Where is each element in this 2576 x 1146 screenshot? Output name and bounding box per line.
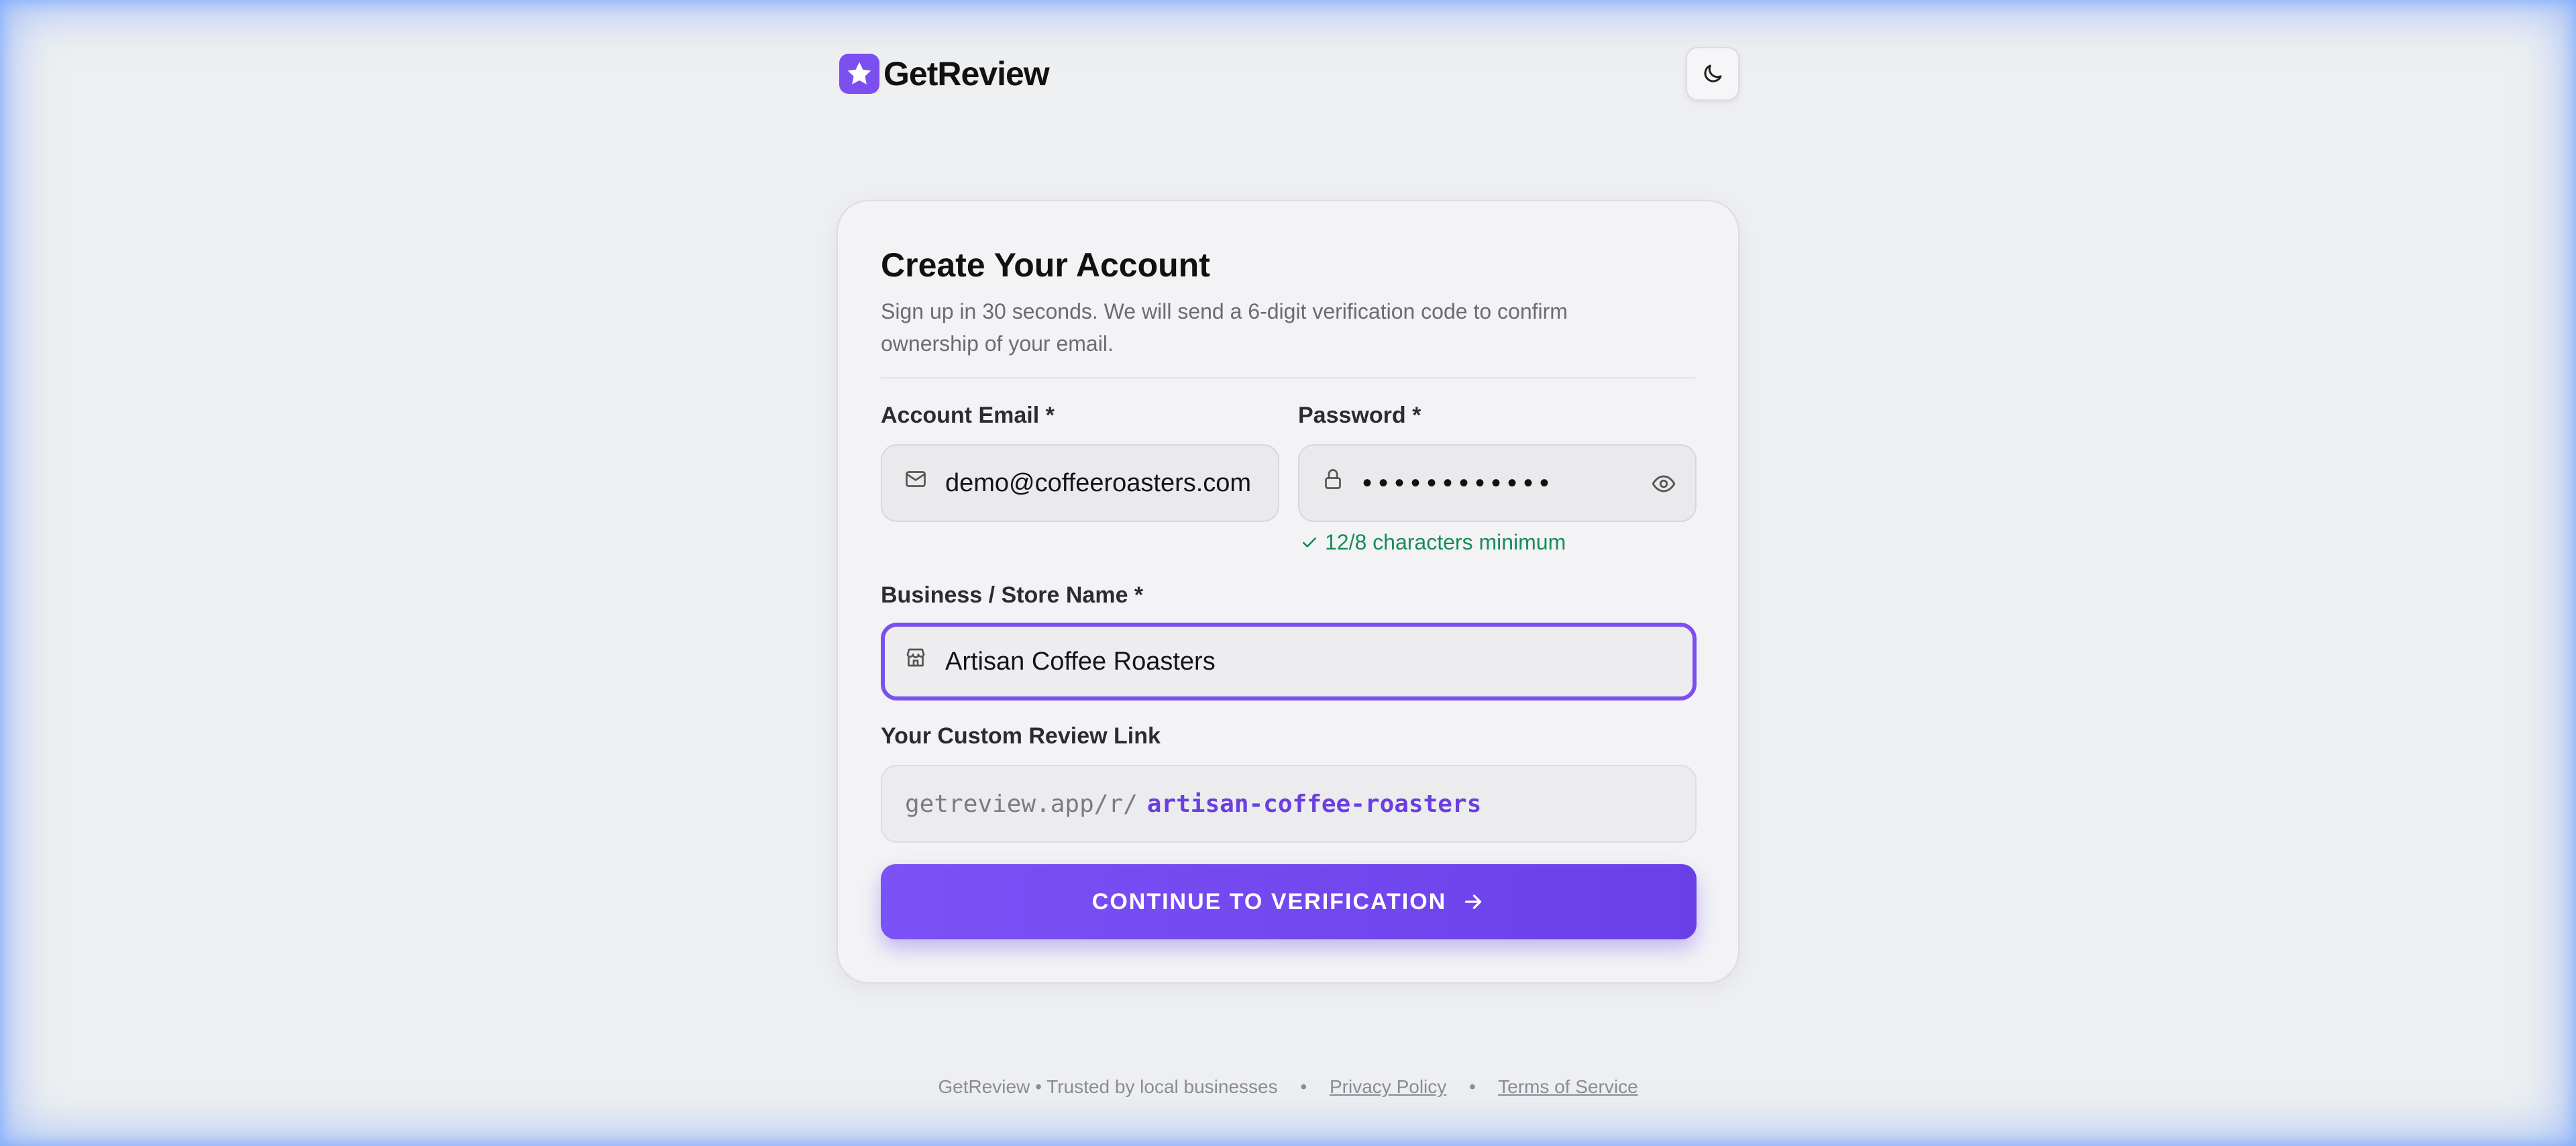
business-label: Business / Store Name * (881, 582, 1144, 608)
signup-card: Create Your Account Sign up in 30 second… (837, 200, 1739, 984)
review-link-prefix: getreview.app/r/ (905, 790, 1138, 818)
terms-of-service-link[interactable]: Terms of Service (1498, 1076, 1638, 1097)
email-field[interactable]: demo@coffeeroasters.com (881, 444, 1279, 522)
email-value: demo@coffeeroasters.com (945, 468, 1252, 497)
business-name-field[interactable]: Artisan Coffee Roasters (881, 623, 1697, 700)
star-icon (839, 54, 879, 94)
mail-icon (902, 466, 929, 492)
store-icon (902, 644, 929, 671)
page-shell: GetReview Create Your Account Sign up in… (837, 0, 1739, 1146)
brand[interactable]: GetReview (839, 54, 1050, 94)
cta-label: CONTINUE TO VERIFICATION (1091, 888, 1447, 915)
theme-toggle-button[interactable] (1686, 47, 1739, 101)
card-subtitle: Sign up in 30 seconds. We will send a 6-… (881, 299, 1568, 356)
footer-separator: • (1300, 1076, 1307, 1097)
footer-separator: • (1469, 1076, 1476, 1097)
divider (881, 377, 1695, 378)
email-label: Account Email * (881, 403, 1055, 428)
review-link-label: Your Custom Review Link (881, 723, 1161, 749)
privacy-policy-link[interactable]: Privacy Policy (1330, 1076, 1446, 1097)
card-title: Create Your Account (881, 246, 1210, 284)
password-hint: 12/8 characters minimum (1301, 530, 1566, 555)
brand-name: GetReview (883, 55, 1050, 93)
password-hint-text: 12/8 characters minimum (1325, 530, 1566, 554)
review-link-slug: artisan-coffee-roasters (1146, 790, 1482, 818)
footer: GetReview • Trusted by local businesses … (837, 1076, 1739, 1098)
password-label: Password * (1298, 403, 1421, 428)
review-link-field[interactable]: getreview.app/r/ artisan-coffee-roasters (881, 765, 1697, 843)
business-value: Artisan Coffee Roasters (945, 647, 1216, 676)
moon-icon (1704, 64, 1722, 83)
footer-text: GetReview • Trusted by local businesses (938, 1076, 1278, 1097)
arrow-right-icon (1465, 894, 1482, 909)
lock-icon (1320, 466, 1346, 492)
check-icon (1303, 537, 1316, 548)
password-value: •••••••••••• (1362, 468, 1556, 498)
eye-icon[interactable] (1650, 470, 1678, 498)
password-field[interactable]: •••••••••••• (1298, 444, 1697, 522)
continue-to-verification-button[interactable]: CONTINUE TO VERIFICATION (881, 864, 1697, 939)
